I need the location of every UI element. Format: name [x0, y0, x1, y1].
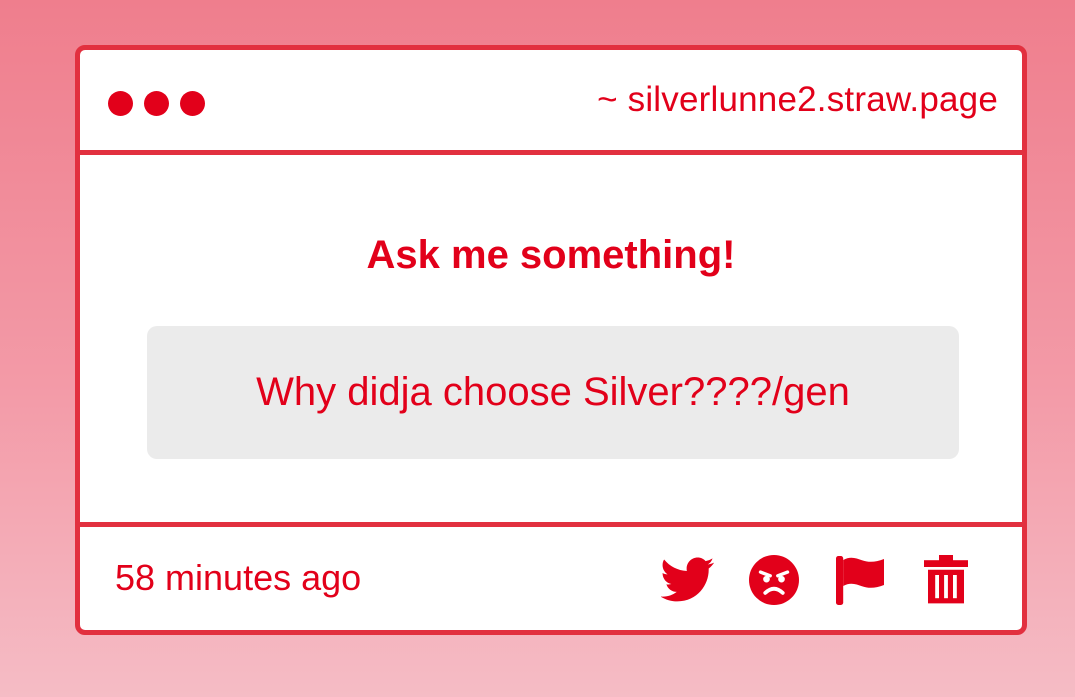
action-bar	[660, 554, 974, 606]
question-box: Why didja choose Silver????/gen	[147, 326, 959, 459]
window-dot-3	[180, 91, 205, 116]
page-title: Ask me something!	[366, 233, 736, 277]
window-titlebar: ~ silverlunne2.straw.page	[80, 50, 1022, 155]
angry-face-icon	[749, 555, 799, 605]
react-angry-button[interactable]	[746, 554, 802, 606]
window-dot-1	[108, 91, 133, 116]
delete-button[interactable]	[918, 554, 974, 606]
question-text: Why didja choose Silver????/gen	[256, 370, 850, 414]
question-card: ~ silverlunne2.straw.page Ask me somethi…	[75, 45, 1027, 635]
twitter-icon	[661, 557, 715, 602]
window-controls	[108, 91, 205, 116]
report-button[interactable]	[832, 554, 888, 606]
card-content: Ask me something! Why didja choose Silve…	[80, 155, 1022, 522]
window-dot-2	[144, 91, 169, 116]
page-url[interactable]: ~ silverlunne2.straw.page	[597, 80, 998, 120]
timestamp: 58 minutes ago	[115, 557, 362, 598]
trash-icon	[924, 555, 968, 604]
flag-icon	[836, 556, 884, 605]
share-twitter-button[interactable]	[660, 554, 716, 606]
card-footer: 58 minutes ago	[80, 522, 1022, 630]
